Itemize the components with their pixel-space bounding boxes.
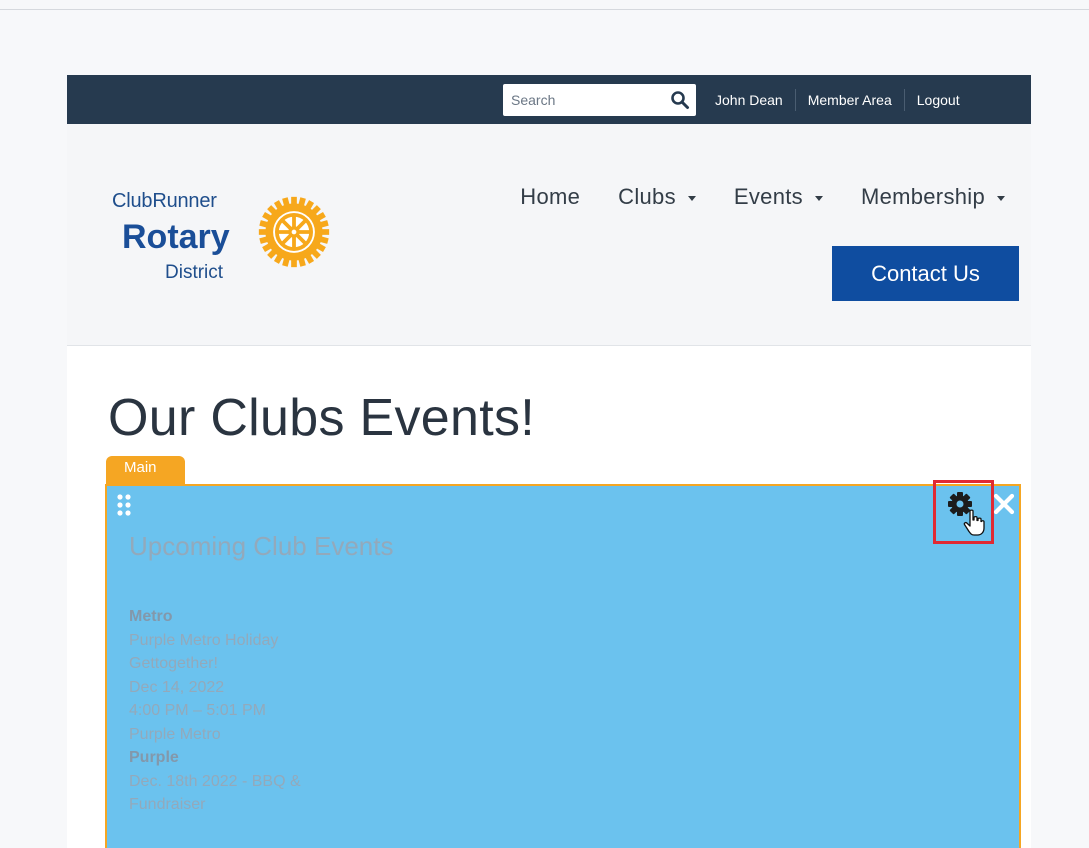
event-host: Purple Metro — [129, 725, 221, 743]
event-title-line[interactable]: Fundraiser — [129, 793, 301, 817]
caret-down-icon — [687, 195, 696, 201]
nav-membership-label: Membership — [860, 184, 985, 209]
search-input[interactable] — [503, 84, 663, 116]
user-name-link[interactable]: John Dean — [715, 89, 795, 111]
search-box — [503, 84, 696, 116]
search-icon[interactable] — [670, 90, 690, 110]
event-club-name: Purple — [129, 749, 179, 766]
events-widget[interactable]: Upcoming Club Events Metro Purple Metro … — [105, 480, 1021, 848]
widget-title: Upcoming Club Events — [129, 531, 394, 561]
logout-link[interactable]: Logout — [903, 88, 972, 111]
hand-cursor-icon — [963, 509, 985, 536]
contact-us-button[interactable]: Contact Us — [832, 246, 1019, 301]
nav-clubs[interactable]: Clubs — [606, 184, 708, 210]
nav-clubs-label: Clubs — [618, 184, 676, 209]
page-title: Our Clubs Events! — [108, 389, 536, 447]
event-title-line[interactable]: Dec. 18th 2022 - BBQ & — [129, 770, 301, 794]
nav-events[interactable]: Events — [722, 184, 835, 210]
nav-home[interactable]: Home — [508, 184, 592, 210]
nav-home-label: Home — [520, 184, 581, 209]
main-nav: Home Clubs Events Membership — [494, 184, 1017, 210]
event-title-line[interactable]: Gettogether! — [129, 652, 301, 676]
caret-down-icon — [997, 195, 1005, 201]
event-date: Dec 14, 2022 — [129, 678, 225, 696]
site-frame: John Dean Member Area Logout ClubRunner … — [67, 75, 1031, 848]
event-title-line[interactable]: Purple Metro Holiday — [129, 629, 301, 653]
browser-top-edge — [0, 0, 1089, 10]
drag-handle-icon[interactable] — [116, 493, 132, 519]
member-area-link[interactable]: Member Area — [794, 88, 904, 111]
caret-down-icon — [814, 195, 823, 201]
events-list: Metro Purple Metro Holiday Gettogether! … — [129, 605, 301, 817]
logo-district-text: District — [165, 262, 224, 283]
close-icon[interactable] — [990, 490, 1018, 518]
nav-membership[interactable]: Membership — [849, 184, 1017, 210]
event-time: 4:00 PM – 5:01 PM — [129, 702, 266, 719]
account-links: John Dean Member Area Logout — [715, 75, 972, 124]
event-club-name: Metro — [129, 608, 173, 625]
utility-bar: John Dean Member Area Logout — [67, 75, 1031, 124]
site-logo[interactable]: ClubRunner Rotary District — [112, 184, 342, 294]
nav-events-label: Events — [733, 184, 803, 209]
logo-rotary-text: Rotary — [122, 218, 230, 256]
site-header: ClubRunner Rotary District Home Clubs Ev… — [67, 124, 1031, 346]
logo-clubrunner-text: ClubRunner — [112, 190, 217, 212]
rotary-wheel-logo — [258, 196, 330, 268]
content-area-tab: Main — [106, 456, 185, 484]
